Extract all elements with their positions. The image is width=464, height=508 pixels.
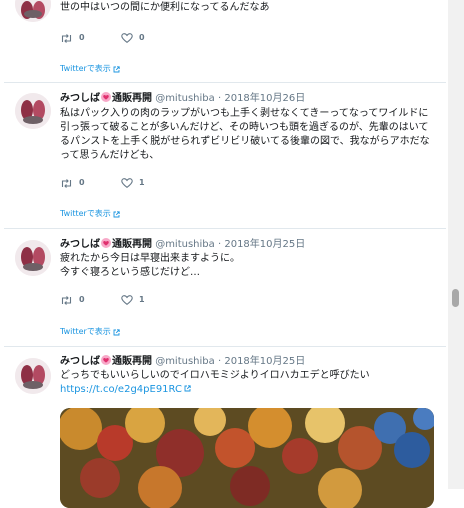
retweet-count: 0: [79, 178, 85, 187]
user-handle[interactable]: @mitushiba: [155, 93, 215, 104]
retweet-icon: [61, 295, 72, 305]
like-button[interactable]: 1: [121, 293, 145, 307]
pink-heart-emoji: [101, 238, 111, 248]
tweet-date[interactable]: 2018年10月25日: [224, 239, 305, 250]
avatar-image: [15, 0, 51, 22]
scrollbar-track[interactable]: [448, 0, 464, 489]
separator-dot: ·: [217, 356, 222, 367]
tweet-text: 私はパック入りの肉のラップがいつも上手く剥せなくてきーってなってワイルドに引っ張…: [60, 108, 430, 161]
tweet-url-link[interactable]: https://t.co/e2g4pE91RC: [60, 384, 191, 395]
pink-heart-emoji: [101, 355, 111, 365]
like-button[interactable]: 1: [121, 176, 145, 190]
avatar-image: [15, 240, 51, 276]
view-on-twitter-link[interactable]: Twitterで表示: [60, 63, 120, 75]
tweet-divider: [4, 346, 446, 347]
external-link-icon: [113, 210, 120, 217]
avatar[interactable]: [15, 93, 51, 129]
tweet-date[interactable]: 2018年10月26日: [224, 93, 305, 104]
display-name[interactable]: みつしば 通販再開: [60, 355, 152, 367]
retweet-count: 0: [79, 295, 85, 304]
view-link-label: Twitterで表示: [60, 327, 111, 336]
avatar[interactable]: [15, 240, 51, 276]
tweet-photo[interactable]: [60, 408, 434, 508]
avatar[interactable]: [15, 358, 51, 394]
pink-heart-emoji: [101, 92, 111, 102]
like-count: 0: [139, 33, 145, 42]
tweet-url-text: https://t.co/e2g4pE91RC: [60, 384, 182, 395]
user-handle[interactable]: @mitushiba: [155, 239, 215, 250]
tweet-header: みつしば 通販再開 @mitushiba · 2018年10月26日: [60, 92, 305, 106]
external-link-icon: [184, 385, 191, 392]
tweet-text-content: どっちでもいいらしいのでイロハモミジよりイロハカエデと呼びたい: [60, 370, 370, 381]
display-name[interactable]: みつしば 通販再開: [60, 92, 152, 104]
tweet-header: みつしば 通販再開 @mitushiba · 2018年10月25日: [60, 238, 305, 252]
retweet-button[interactable]: 0: [60, 31, 85, 45]
heart-outline-icon: [121, 33, 133, 43]
display-name[interactable]: みつしば 通販再開: [60, 238, 152, 250]
retweet-button[interactable]: 0: [60, 293, 85, 307]
retweet-button[interactable]: 0: [60, 176, 85, 190]
like-count: 1: [139, 178, 145, 187]
like-count: 1: [139, 295, 145, 304]
like-button[interactable]: 0: [121, 31, 145, 45]
autumn-maple-leaves-image: [60, 408, 434, 508]
tweet-date[interactable]: 2018年10月25日: [224, 356, 305, 367]
avatar-image: [15, 358, 51, 394]
separator-dot: ·: [217, 93, 222, 104]
retweet-icon: [61, 178, 72, 188]
heart-outline-icon: [121, 178, 133, 188]
tweet-text: 世の中はいつの間にか便利になってるんだなあ: [60, 2, 270, 13]
view-link-label: Twitterで表示: [60, 209, 111, 218]
tweet-divider: [4, 82, 446, 83]
tweet-divider: [4, 228, 446, 229]
view-link-label: Twitterで表示: [60, 64, 111, 73]
scrollbar-thumb[interactable]: [452, 289, 459, 307]
view-on-twitter-link[interactable]: Twitterで表示: [60, 326, 120, 338]
avatar-image: [15, 93, 51, 129]
tweet-text: 疲れたから今日は早寝出来ますように。 今すぐ寝ろという感じだけど…: [60, 253, 240, 278]
heart-outline-icon: [121, 295, 133, 305]
user-handle[interactable]: @mitushiba: [155, 356, 215, 367]
external-link-icon: [113, 65, 120, 72]
retweet-count: 0: [79, 33, 85, 42]
tweet-header: みつしば 通販再開 @mitushiba · 2018年10月25日: [60, 355, 305, 369]
external-link-icon: [113, 328, 120, 335]
separator-dot: ·: [217, 239, 222, 250]
tweet-text: どっちでもいいらしいのでイロハモミジよりイロハカエデと呼びたい https://…: [60, 369, 438, 397]
view-on-twitter-link[interactable]: Twitterで表示: [60, 208, 120, 220]
retweet-icon: [61, 33, 72, 43]
avatar[interactable]: [15, 0, 51, 22]
